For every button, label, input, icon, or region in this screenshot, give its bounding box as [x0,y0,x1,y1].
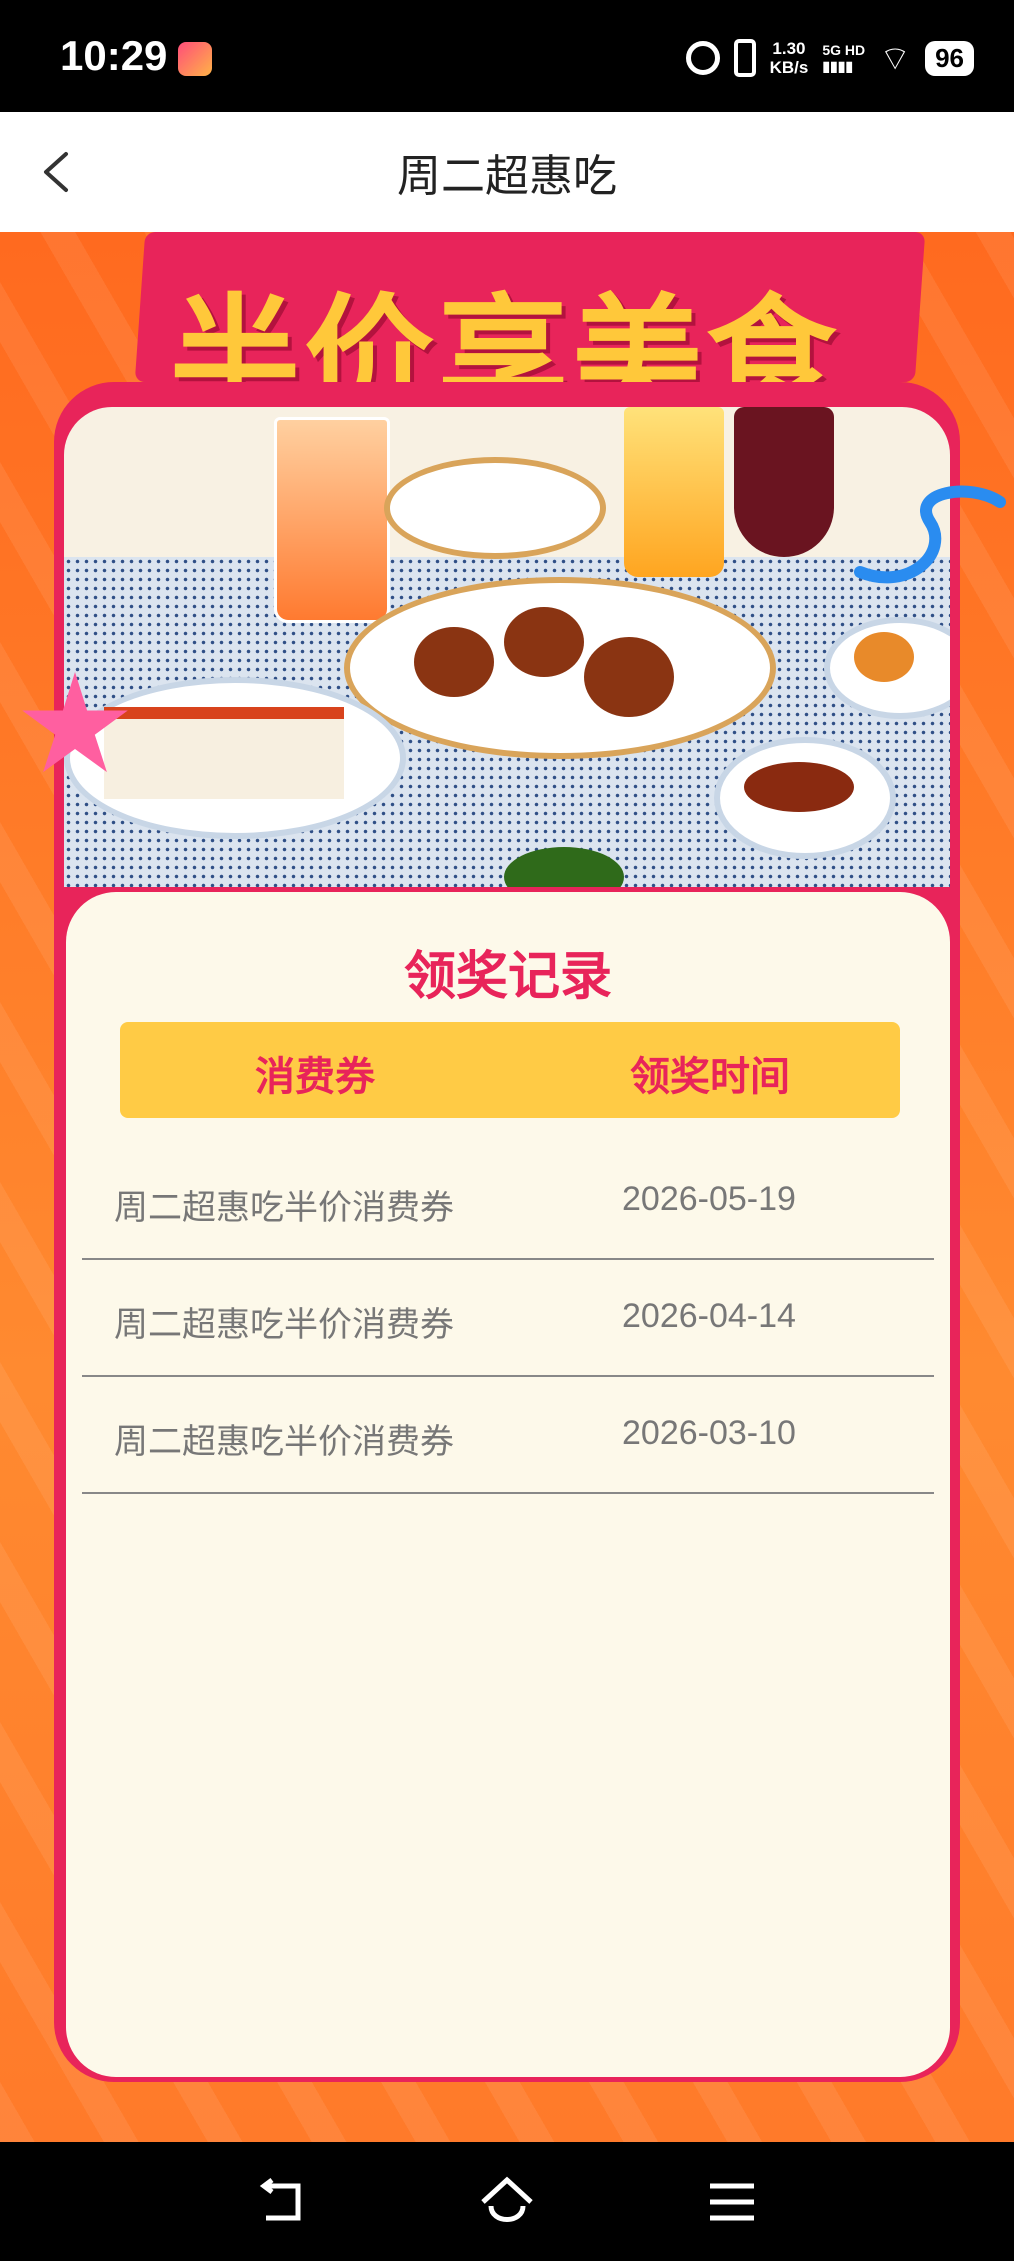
promo-stage: 半价享美食 领奖记录 消费券 领奖时间 周二超惠吃半价消费券 2026-05-1… [0,232,1014,2142]
vibrate-icon [733,39,756,77]
system-navigation-bar [0,2142,1014,2261]
table-row: 周二超惠吃半价消费券 2026-04-14 [82,1259,934,1377]
voucher-name: 周二超惠吃半价消费券 [114,1188,454,1228]
signal-icon: 5G HD ▮▮▮▮ [822,42,866,74]
page-title: 周二超惠吃 [397,151,617,202]
system-home-icon[interactable] [477,2172,537,2232]
table-row: 周二超惠吃半价消费券 2026-05-19 [82,1142,934,1260]
column-reward-time: 领奖时间 [630,1054,790,1100]
system-back-icon[interactable] [252,2172,312,2232]
app-notification-icon [178,42,212,76]
battery-indicator: 96 [925,40,974,76]
reward-table-header: 消费券 领奖时间 [120,1022,900,1118]
column-voucher: 消费券 [255,1054,375,1100]
reward-date: 2026-05-19 [622,1180,796,1218]
reward-record-title: 领奖记录 [403,947,612,1007]
reward-date: 2026-03-10 [622,1414,796,1452]
status-icons: 1.30 KB/s 5G HD ▮▮▮▮ ⌔ 96 [685,30,974,86]
table-row: 周二超惠吃半价消费券 2026-03-10 [82,1376,934,1494]
status-time: 10:29 [60,32,168,79]
status-bar: 10:29 1.30 KB/s 5G HD ▮▮▮▮ ⌔ 96 [0,0,1014,112]
app-header: 周二超惠吃 [0,112,1014,232]
reward-date: 2026-04-14 [622,1297,796,1335]
system-menu-icon[interactable] [702,2172,762,2232]
voucher-name: 周二超惠吃半价消费券 [114,1305,454,1345]
network-speed: 1.30 KB/s [769,39,809,77]
wifi-icon: ⌔ [879,38,912,79]
alarm-icon [685,41,720,75]
swirl-decoration [854,485,1006,584]
food-illustration [64,407,950,887]
reward-record-panel: 领奖记录 消费券 领奖时间 周二超惠吃半价消费券 2026-05-19 周二超惠… [66,892,950,2077]
voucher-name: 周二超惠吃半价消费券 [114,1422,454,1462]
network-type: 5G HD [822,42,866,58]
